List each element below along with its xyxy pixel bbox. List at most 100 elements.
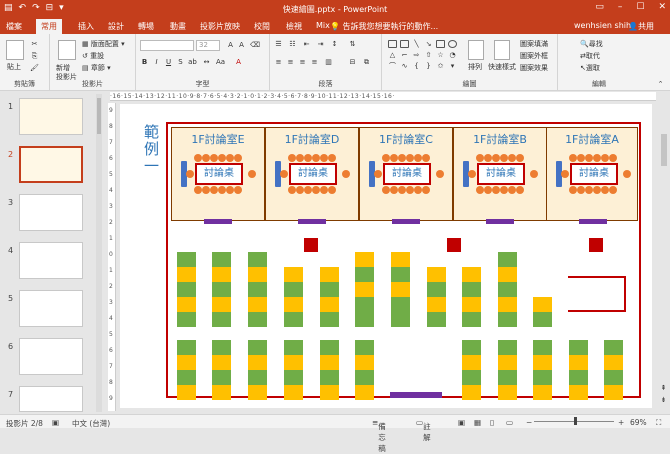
desk[interactable]: [391, 252, 410, 267]
desk[interactable]: [177, 355, 196, 370]
desk[interactable]: [284, 370, 303, 385]
desk[interactable]: [427, 267, 446, 282]
tab-home[interactable]: 常用: [36, 19, 62, 34]
slide-sorter-icon[interactable]: ▦: [474, 418, 481, 427]
desk[interactable]: [284, 340, 303, 355]
discussion-table[interactable]: 討論桌: [383, 163, 431, 185]
shape-callout-icon[interactable]: ◔: [448, 51, 457, 60]
copy-icon[interactable]: ⎘: [30, 52, 39, 61]
shape-triangle-icon[interactable]: △: [388, 51, 397, 60]
shape-up-arrow-icon[interactable]: ⇧: [424, 51, 433, 60]
desk[interactable]: [248, 252, 267, 267]
meeting-room[interactable]: 1F討論室C 討論桌: [359, 127, 453, 221]
desk[interactable]: [604, 370, 623, 385]
tab-mix[interactable]: Mix: [316, 21, 330, 30]
underline-icon[interactable]: U: [164, 58, 173, 67]
language-indicator[interactable]: 中文 (台灣): [72, 418, 110, 429]
desk[interactable]: [212, 355, 231, 370]
desk[interactable]: [604, 355, 623, 370]
shape-arc-icon[interactable]: ⌒: [388, 62, 397, 71]
shape-oval-icon[interactable]: [448, 40, 457, 48]
desk[interactable]: [177, 340, 196, 355]
desk[interactable]: [177, 370, 196, 385]
align-center-icon[interactable]: ≡: [286, 58, 295, 67]
desk[interactable]: [355, 282, 374, 297]
section-button[interactable]: ▤ 章節 ▾: [82, 63, 111, 73]
desk[interactable]: [355, 312, 374, 327]
desk[interactable]: [284, 312, 303, 327]
desk[interactable]: [569, 370, 588, 385]
desk[interactable]: [355, 297, 374, 312]
desk[interactable]: [177, 297, 196, 312]
desk[interactable]: [355, 355, 374, 370]
desk[interactable]: [248, 297, 267, 312]
reset-button[interactable]: ↺ 重設: [82, 51, 104, 61]
desk[interactable]: [320, 282, 339, 297]
collapse-ribbon-icon[interactable]: ⌃: [656, 80, 665, 89]
char-spacing-icon[interactable]: ↔: [202, 58, 211, 67]
italic-icon[interactable]: I: [152, 58, 161, 67]
editor-scrollbar[interactable]: ⇞ ⇟: [658, 92, 670, 414]
desk[interactable]: [248, 282, 267, 297]
discussion-table[interactable]: 討論桌: [289, 163, 337, 185]
shape-star2-icon[interactable]: ✩: [436, 62, 445, 71]
shape-arrow-icon[interactable]: ↘: [424, 40, 433, 49]
smartart-icon[interactable]: ⧉: [362, 58, 371, 67]
desk[interactable]: [248, 355, 267, 370]
replace-button[interactable]: ⇄取代: [580, 51, 600, 61]
reading-view-icon[interactable]: ▯: [490, 418, 494, 427]
desk[interactable]: [320, 385, 339, 400]
shape-outline-button[interactable]: 圖案外框: [520, 51, 548, 61]
shape-rectangle-icon[interactable]: [436, 40, 445, 48]
desk[interactable]: [177, 267, 196, 282]
tab-file[interactable]: 檔案: [6, 21, 22, 32]
desk[interactable]: [248, 385, 267, 400]
font-size-combo[interactable]: 32: [196, 40, 220, 51]
decrease-indent-icon[interactable]: ⇤: [302, 40, 311, 49]
desk[interactable]: [427, 282, 446, 297]
fit-to-window-icon[interactable]: ⛶: [656, 418, 661, 428]
desk[interactable]: [284, 282, 303, 297]
desk[interactable]: [427, 297, 446, 312]
change-case-icon[interactable]: Aa: [216, 58, 225, 67]
desk[interactable]: [212, 370, 231, 385]
desk[interactable]: [498, 370, 517, 385]
desk[interactable]: [284, 297, 303, 312]
desk[interactable]: [248, 370, 267, 385]
share-button[interactable]: 👤共用: [628, 21, 654, 32]
discussion-table[interactable]: 討論桌: [477, 163, 525, 185]
slide-thumbnail-3[interactable]: [19, 194, 83, 231]
zoom-in-icon[interactable]: +: [618, 418, 624, 427]
layout-button[interactable]: ▦ 版面配置 ▾: [82, 39, 125, 49]
desk[interactable]: [320, 297, 339, 312]
increase-indent-icon[interactable]: ⇥: [316, 40, 325, 49]
desk[interactable]: [248, 267, 267, 282]
align-text-icon[interactable]: ⊟: [348, 58, 357, 67]
desk[interactable]: [498, 312, 517, 327]
shape-textbox-icon[interactable]: [388, 40, 397, 48]
desk[interactable]: [391, 267, 410, 282]
desk[interactable]: [212, 340, 231, 355]
meeting-room[interactable]: 1F討論室D 討論桌: [265, 127, 359, 221]
slideshow-view-icon[interactable]: ▭: [506, 418, 513, 427]
shape-textbox-vertical-icon[interactable]: [400, 40, 409, 48]
justify-icon[interactable]: ≡: [310, 58, 319, 67]
pillar[interactable]: [589, 238, 603, 252]
desk[interactable]: [498, 340, 517, 355]
desk[interactable]: [391, 282, 410, 297]
arrange-icon[interactable]: [468, 40, 484, 60]
desk[interactable]: [462, 370, 481, 385]
desk[interactable]: [355, 252, 374, 267]
desk[interactable]: [284, 267, 303, 282]
increase-font-icon[interactable]: A: [226, 41, 235, 50]
quick-styles-button[interactable]: 快速樣式: [488, 62, 516, 72]
ribbon-display-icon[interactable]: ▭: [595, 2, 604, 12]
quick-styles-icon[interactable]: [494, 40, 510, 60]
desk[interactable]: [212, 312, 231, 327]
tab-animations[interactable]: 動畫: [170, 21, 186, 32]
columns-icon[interactable]: ▥: [324, 58, 333, 67]
paste-label[interactable]: 貼上: [7, 62, 21, 72]
desk[interactable]: [177, 312, 196, 327]
font-color-icon[interactable]: A: [234, 58, 243, 67]
notes-button[interactable]: ≡ 備忘稿: [372, 418, 386, 453]
